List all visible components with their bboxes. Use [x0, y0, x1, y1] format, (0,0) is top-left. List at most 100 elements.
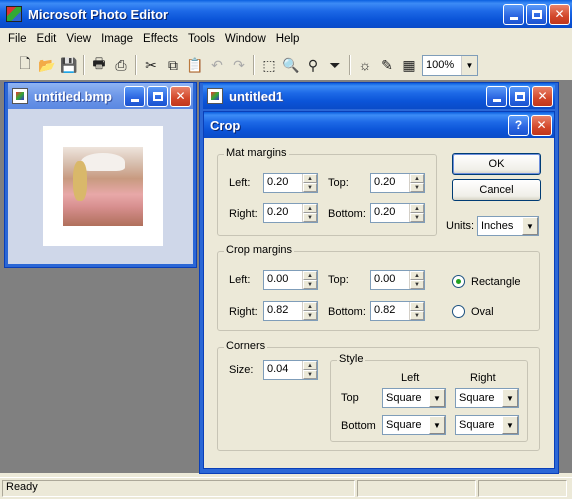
print-icon[interactable]: 🖶: [88, 54, 110, 76]
rectangle-radio[interactable]: Rectangle: [452, 275, 521, 288]
top-right-corner-select[interactable]: Square ▼: [455, 388, 519, 408]
crop-left-spinner[interactable]: 0.00 ▲ ▼: [263, 270, 318, 290]
spin-down-icon[interactable]: ▼: [410, 183, 424, 192]
crop-right-spinner[interactable]: 0.82 ▲ ▼: [263, 301, 318, 321]
menu-tools[interactable]: Tools: [183, 33, 220, 45]
chevron-down-icon[interactable]: ▼: [522, 217, 538, 235]
spin-up-icon[interactable]: ▲: [410, 302, 424, 311]
untitled1-title-bar[interactable]: untitled1 ✕: [203, 83, 555, 109]
mat-left-value[interactable]: 0.20: [264, 174, 302, 192]
help-button[interactable]: ?: [508, 114, 529, 136]
spin-down-icon[interactable]: ▼: [303, 280, 317, 289]
spin-down-icon[interactable]: ▼: [410, 311, 424, 320]
radio-checked-icon[interactable]: [452, 275, 465, 288]
crop-bottom-spinner[interactable]: 0.82 ▲ ▼: [370, 301, 425, 321]
spin-up-icon[interactable]: ▲: [410, 174, 424, 183]
mat-top-spinner[interactable]: 0.20 ▲ ▼: [370, 173, 425, 193]
radio-unchecked-icon[interactable]: [452, 305, 465, 318]
chevron-down-icon[interactable]: ▼: [429, 389, 445, 407]
menu-help[interactable]: Help: [271, 33, 305, 45]
open-folder-icon[interactable]: 📂: [36, 54, 58, 76]
zoom-combo[interactable]: 100% ▼: [422, 54, 478, 76]
crop-top-value[interactable]: 0.00: [371, 271, 409, 289]
stamp-icon[interactable]: ⚲: [302, 54, 324, 76]
chevron-down-icon[interactable]: ▼: [429, 416, 445, 434]
transparency-icon[interactable]: ▦: [398, 54, 420, 76]
spin-up-icon[interactable]: ▲: [303, 361, 317, 370]
spin-up-icon[interactable]: ▲: [410, 204, 424, 213]
cut-icon[interactable]: ✂: [140, 54, 162, 76]
save-icon[interactable]: 💾: [58, 54, 80, 76]
ok-button[interactable]: OK: [452, 153, 541, 175]
bmp-minimize-button[interactable]: [124, 85, 145, 107]
maximize-button[interactable]: [526, 3, 547, 25]
bmp-maximize-button[interactable]: [147, 85, 168, 107]
untitled1-maximize-button[interactable]: [509, 85, 530, 107]
spin-down-icon[interactable]: ▼: [410, 280, 424, 289]
app-title-bar[interactable]: Microsoft Photo Editor ✕: [0, 0, 572, 28]
toolbar-separator: [253, 55, 255, 75]
mat-top-value[interactable]: 0.20: [371, 174, 409, 192]
spin-up-icon[interactable]: ▲: [303, 302, 317, 311]
corner-size-spinner[interactable]: 0.04 ▲ ▼: [263, 360, 318, 380]
mat-right-spinner[interactable]: 0.20 ▲ ▼: [263, 203, 318, 223]
select-icon[interactable]: ⬚: [258, 54, 280, 76]
bmp-title-bar[interactable]: untitled.bmp ✕: [8, 83, 193, 109]
untitled1-minimize-button[interactable]: [486, 85, 507, 107]
close-button[interactable]: ✕: [549, 3, 570, 25]
menu-file[interactable]: File: [3, 33, 32, 45]
spin-up-icon[interactable]: ▲: [303, 204, 317, 213]
spin-up-icon[interactable]: ▲: [303, 271, 317, 280]
photo-image[interactable]: [63, 147, 143, 226]
mat-left-spinner[interactable]: 0.20 ▲ ▼: [263, 173, 318, 193]
spin-down-icon[interactable]: ▼: [303, 311, 317, 320]
menu-view[interactable]: View: [61, 33, 96, 45]
corner-size-value[interactable]: 0.04: [264, 361, 302, 379]
brightness-icon[interactable]: ☼: [354, 54, 376, 76]
bmp-close-button[interactable]: ✕: [170, 85, 191, 107]
cancel-button[interactable]: Cancel: [452, 179, 541, 201]
undo-icon[interactable]: ↶: [206, 54, 228, 76]
mat-right-value[interactable]: 0.20: [264, 204, 302, 222]
oval-radio[interactable]: Oval: [452, 305, 494, 318]
menu-image[interactable]: Image: [96, 33, 138, 45]
crop-bottom-value[interactable]: 0.82: [371, 302, 409, 320]
units-value: Inches: [481, 220, 514, 232]
crop-close-button[interactable]: ✕: [531, 114, 552, 136]
chevron-down-icon[interactable]: ▼: [461, 55, 477, 75]
bottom-right-corner-select[interactable]: Square ▼: [455, 415, 519, 435]
crop-left-value[interactable]: 0.00: [264, 271, 302, 289]
crop-left-label: Left:: [229, 274, 251, 286]
mat-bottom-spinner[interactable]: 0.20 ▲ ▼: [370, 203, 425, 223]
bmp-document-window[interactable]: untitled.bmp ✕: [5, 83, 196, 267]
crop-title-bar[interactable]: Crop ? ✕: [204, 112, 554, 138]
copy-icon[interactable]: ⧉: [162, 54, 184, 76]
zoom-icon[interactable]: 🔍: [280, 54, 302, 76]
redo-icon[interactable]: ↷: [228, 54, 250, 76]
units-label: Units:: [446, 220, 475, 232]
paste-icon[interactable]: 📋: [184, 54, 206, 76]
spin-up-icon[interactable]: ▲: [410, 271, 424, 280]
crop-right-value[interactable]: 0.82: [264, 302, 302, 320]
minimize-button[interactable]: [503, 3, 524, 25]
spin-down-icon[interactable]: ▼: [303, 183, 317, 192]
menu-edit[interactable]: Edit: [32, 33, 62, 45]
spin-down-icon[interactable]: ▼: [303, 213, 317, 222]
scan-icon[interactable]: ⎙: [110, 54, 132, 76]
chevron-down-icon[interactable]: ▼: [502, 389, 518, 407]
chevron-down-icon[interactable]: ▼: [502, 416, 518, 434]
mat-bottom-value[interactable]: 0.20: [371, 204, 409, 222]
pen-icon[interactable]: ✎: [376, 54, 398, 76]
spin-up-icon[interactable]: ▲: [303, 174, 317, 183]
menu-window[interactable]: Window: [220, 33, 271, 45]
spin-down-icon[interactable]: ▼: [410, 213, 424, 222]
new-file-icon[interactable]: 🗋: [14, 54, 36, 76]
units-select[interactable]: Inches ▼: [477, 216, 539, 236]
spin-down-icon[interactable]: ▼: [303, 370, 317, 379]
top-left-corner-select[interactable]: Square ▼: [382, 388, 446, 408]
untitled1-close-button[interactable]: ✕: [532, 85, 553, 107]
menu-effects[interactable]: Effects: [138, 33, 183, 45]
filter-icon[interactable]: ⏷: [324, 54, 346, 76]
bottom-left-corner-select[interactable]: Square ▼: [382, 415, 446, 435]
crop-top-spinner[interactable]: 0.00 ▲ ▼: [370, 270, 425, 290]
